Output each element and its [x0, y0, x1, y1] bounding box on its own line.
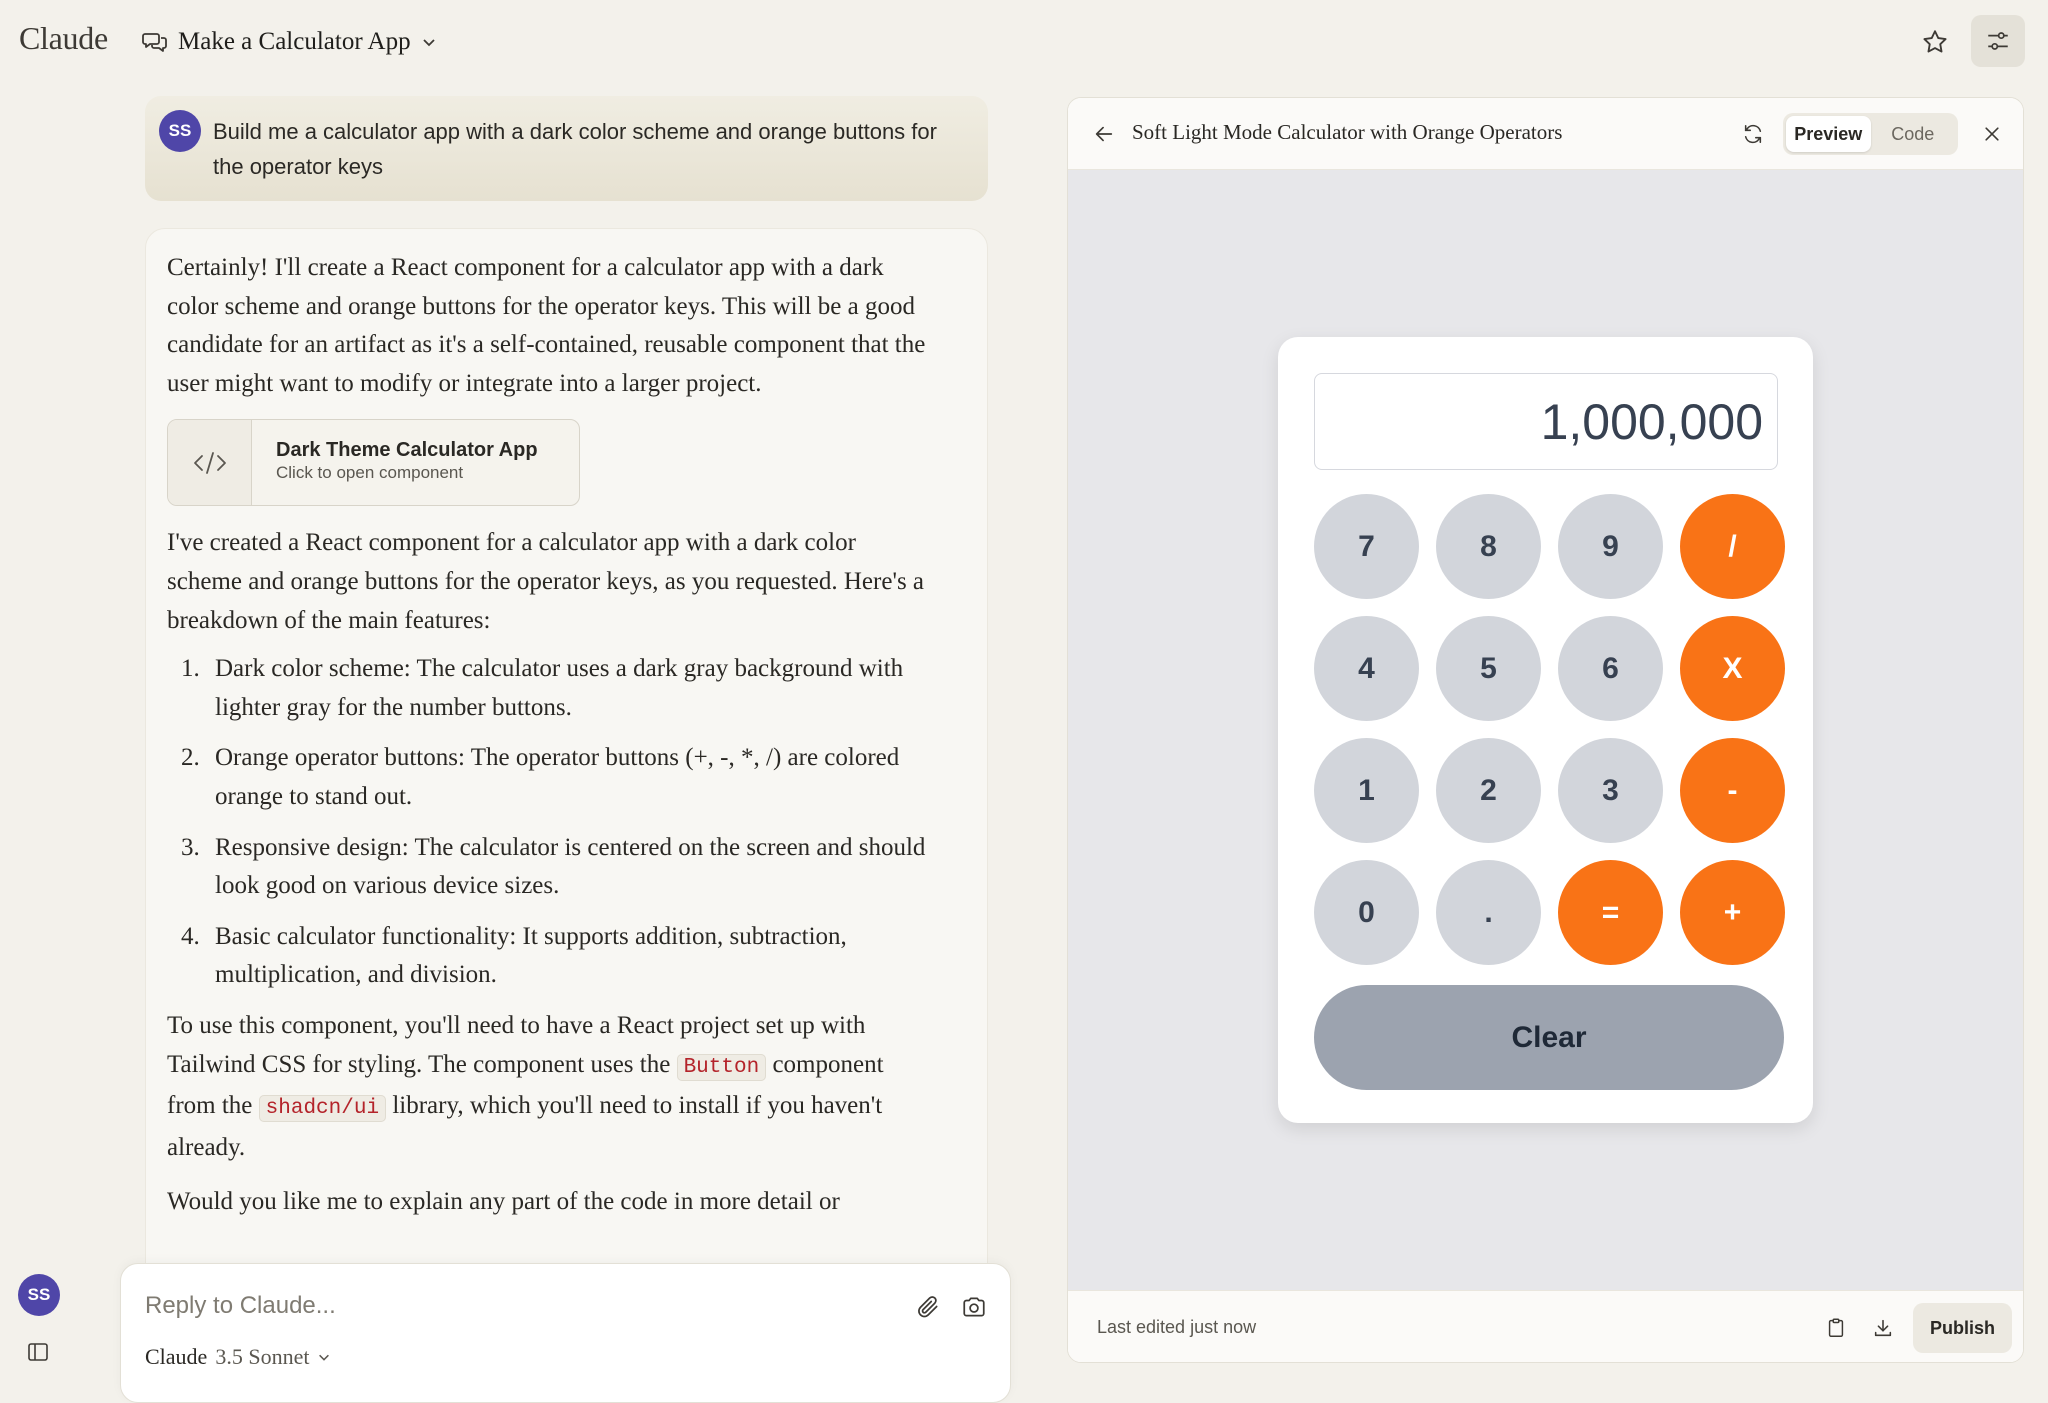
- chat-title-menu[interactable]: Make a Calculator App: [142, 22, 437, 62]
- model-selector[interactable]: Claude 3.5 Sonnet: [145, 1340, 331, 1374]
- artifact-preview: 1,000,000 7 8 9 / 4 5 6 X 1 2 3 - 0 . = …: [1068, 170, 2023, 1290]
- reply-box: Claude 3.5 Sonnet: [120, 1263, 1011, 1403]
- tab-code[interactable]: Code: [1871, 116, 1956, 152]
- settings-button[interactable]: [1971, 15, 2025, 67]
- avatar: SS: [159, 110, 201, 152]
- inline-code-button: Button: [676, 1053, 767, 1081]
- feature-list: 1. Dark color scheme: The calculator use…: [167, 650, 932, 995]
- star-icon: [1921, 28, 1949, 56]
- calc-key-0[interactable]: 0: [1314, 860, 1419, 965]
- assistant-usage: To use this component, you'll need to ha…: [167, 1007, 932, 1167]
- calculator: 1,000,000 7 8 9 / 4 5 6 X 1 2 3 - 0 . = …: [1278, 337, 1813, 1123]
- calc-key-5[interactable]: 5: [1436, 616, 1541, 721]
- star-button[interactable]: [1915, 22, 1955, 62]
- artifact-subtitle: Click to open component: [276, 463, 464, 483]
- inline-code-shadcn: shadcn/ui: [258, 1095, 387, 1123]
- download-icon: [1872, 1317, 1894, 1339]
- list-item: 3. Responsive design: The calculator is …: [181, 829, 932, 906]
- chevron-down-icon: [317, 1350, 331, 1364]
- calc-clear-button[interactable]: Clear: [1314, 985, 1784, 1090]
- calc-key-9[interactable]: 9: [1558, 494, 1663, 599]
- calc-key-8[interactable]: 8: [1436, 494, 1541, 599]
- list-number: 4.: [181, 922, 200, 950]
- tab-preview[interactable]: Preview: [1786, 116, 1871, 152]
- chevron-down-icon: [421, 34, 437, 50]
- reply-input[interactable]: [145, 1286, 865, 1326]
- user-avatar[interactable]: SS: [18, 1274, 60, 1316]
- list-number: 2.: [181, 744, 200, 772]
- chat-bubbles-icon: [142, 30, 168, 54]
- download-button[interactable]: [1868, 1313, 1898, 1343]
- calc-key-subtract[interactable]: -: [1680, 738, 1785, 843]
- code-icon: [168, 420, 252, 506]
- calc-key-divide[interactable]: /: [1680, 494, 1785, 599]
- user-message: SS Build me a calculator app with a dark…: [145, 96, 988, 201]
- list-number: 3.: [181, 833, 200, 861]
- artifact-card[interactable]: Dark Theme Calculator App Click to open …: [167, 419, 580, 507]
- refresh-icon: [1742, 123, 1764, 145]
- sidebar-toggle-icon[interactable]: [26, 1340, 52, 1366]
- camera-icon: [961, 1294, 987, 1320]
- last-edited-status: Last edited just now: [1097, 1317, 1257, 1337]
- list-text: Responsive design: The calculator is cen…: [215, 833, 926, 900]
- paperclip-icon: [915, 1294, 941, 1320]
- camera-button[interactable]: [957, 1290, 991, 1324]
- chat-title: Make a Calculator App: [178, 28, 411, 55]
- attach-button[interactable]: [911, 1290, 945, 1324]
- back-button[interactable]: [1088, 118, 1120, 150]
- list-number: 1.: [181, 655, 200, 683]
- assistant-closing: Would you like me to explain any part of…: [167, 1188, 840, 1216]
- close-button[interactable]: [1978, 120, 2006, 148]
- clipboard-icon: [1825, 1317, 1847, 1339]
- view-toggle: Preview Code: [1783, 113, 1958, 155]
- top-bar: Claude Make a Calculator App: [0, 0, 2048, 82]
- calc-key-4[interactable]: 4: [1314, 616, 1419, 721]
- arrow-left-icon: [1093, 123, 1115, 145]
- list-text: Basic calculator functionality: It suppo…: [215, 922, 847, 989]
- claude-logo[interactable]: Claude: [19, 20, 108, 57]
- calc-key-equals[interactable]: =: [1558, 860, 1663, 965]
- close-icon: [1982, 124, 2002, 144]
- calculator-display: 1,000,000: [1314, 373, 1778, 470]
- calc-key-3[interactable]: 3: [1558, 738, 1663, 843]
- artifact-title: Dark Theme Calculator App: [276, 439, 538, 462]
- calc-key-add[interactable]: +: [1680, 860, 1785, 965]
- calc-key-multiply[interactable]: X: [1680, 616, 1785, 721]
- artifact-panel-footer: Last edited just now Publish: [1068, 1290, 2023, 1362]
- list-item: 4. Basic calculator functionality: It su…: [181, 918, 932, 995]
- sliders-icon: [1985, 28, 2011, 54]
- artifact-title: Soft Light Mode Calculator with Orange O…: [1132, 120, 1563, 144]
- calc-key-7[interactable]: 7: [1314, 494, 1419, 599]
- calc-key-1[interactable]: 1: [1314, 738, 1419, 843]
- artifact-panel: Soft Light Mode Calculator with Orange O…: [1067, 97, 2024, 1363]
- model-version: 3.5 Sonnet: [215, 1344, 310, 1369]
- publish-button[interactable]: Publish: [1913, 1303, 2012, 1353]
- list-text: Orange operator buttons: The operator bu…: [215, 744, 900, 810]
- calc-key-6[interactable]: 6: [1558, 616, 1663, 721]
- calc-key-2[interactable]: 2: [1436, 738, 1541, 843]
- artifact-panel-header: Soft Light Mode Calculator with Orange O…: [1068, 98, 2023, 170]
- assistant-summary: I've created a React component for a cal…: [167, 529, 925, 634]
- list-item: 2. Orange operator buttons: The operator…: [181, 739, 932, 816]
- copy-button[interactable]: [1821, 1313, 1851, 1343]
- assistant-message: Certainly! I'll create a React component…: [145, 228, 988, 1387]
- assistant-intro: Certainly! I'll create a React component…: [167, 254, 926, 397]
- list-text: Dark color scheme: The calculator uses a…: [215, 655, 904, 721]
- model-name: Claude: [145, 1344, 208, 1369]
- user-message-text: Build me a calculator app with a dark co…: [213, 119, 937, 179]
- list-item: 1. Dark color scheme: The calculator use…: [181, 650, 932, 727]
- calc-key-decimal[interactable]: .: [1436, 860, 1541, 965]
- refresh-button[interactable]: [1736, 117, 1770, 151]
